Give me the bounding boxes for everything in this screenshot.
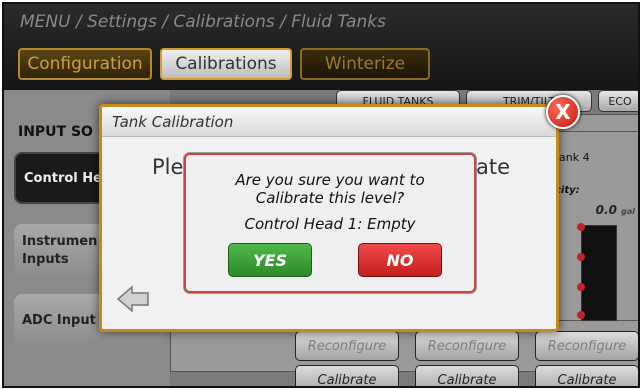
breadcrumb: MENU / Settings / Calibrations / Fluid T… xyxy=(20,12,386,32)
no-button[interactable]: NO xyxy=(358,243,442,277)
dialog-message-right: ate xyxy=(476,155,511,179)
nav-item-label: Instrumen Inputs xyxy=(22,234,98,267)
close-button[interactable]: X xyxy=(546,95,580,129)
close-icon: X xyxy=(555,100,571,124)
calibrate-button[interactable]: Calibrate xyxy=(535,365,638,386)
dialog-message-left: Ple xyxy=(152,155,184,179)
yes-button[interactable]: YES xyxy=(228,243,312,277)
level-marker[interactable] xyxy=(577,223,585,231)
tank-calibration-dialog: Tank Calibration X Ple ate Are you sure … xyxy=(99,95,580,332)
capacity-unit: gal xyxy=(621,207,635,216)
tank-level-bar xyxy=(581,225,617,321)
tab-winterize[interactable]: Winterize xyxy=(300,48,430,80)
level-marker[interactable] xyxy=(577,311,585,319)
reconfigure-button[interactable]: Reconfigure xyxy=(535,331,638,361)
input-sources-heading: INPUT SO xyxy=(18,124,93,140)
reconfigure-button[interactable]: Reconfigure xyxy=(415,331,519,361)
calibrate-button[interactable]: Calibrate xyxy=(295,365,399,386)
level-marker[interactable] xyxy=(577,283,585,291)
subtab-eco[interactable]: ECO xyxy=(598,90,638,112)
header: MENU / Settings / Calibrations / Fluid T… xyxy=(4,4,638,90)
dialog-titlebar: Tank Calibration xyxy=(102,107,556,137)
reconfigure-button[interactable]: Reconfigure xyxy=(295,331,399,361)
confirm-question: Are you sure you want to Calibrate this … xyxy=(235,171,425,207)
confirm-popup: Are you sure you want to Calibrate this … xyxy=(184,153,476,293)
app-frame: MENU / Settings / Calibrations / Fluid T… xyxy=(2,2,640,388)
capacity-number: 0.0 xyxy=(595,203,617,217)
confirm-detail: Control Head 1: Empty xyxy=(244,215,416,233)
tank-label: ank 4 xyxy=(557,151,592,164)
level-marker[interactable] xyxy=(577,253,585,261)
tab-configuration[interactable]: Configuration xyxy=(18,48,152,80)
dialog-title: Tank Calibration xyxy=(112,113,234,131)
back-arrow-icon[interactable] xyxy=(116,285,152,313)
calibrate-button[interactable]: Calibrate xyxy=(415,365,519,386)
tab-calibrations[interactable]: Calibrations xyxy=(160,48,292,80)
capacity-value: 0.0 gal xyxy=(571,203,635,217)
